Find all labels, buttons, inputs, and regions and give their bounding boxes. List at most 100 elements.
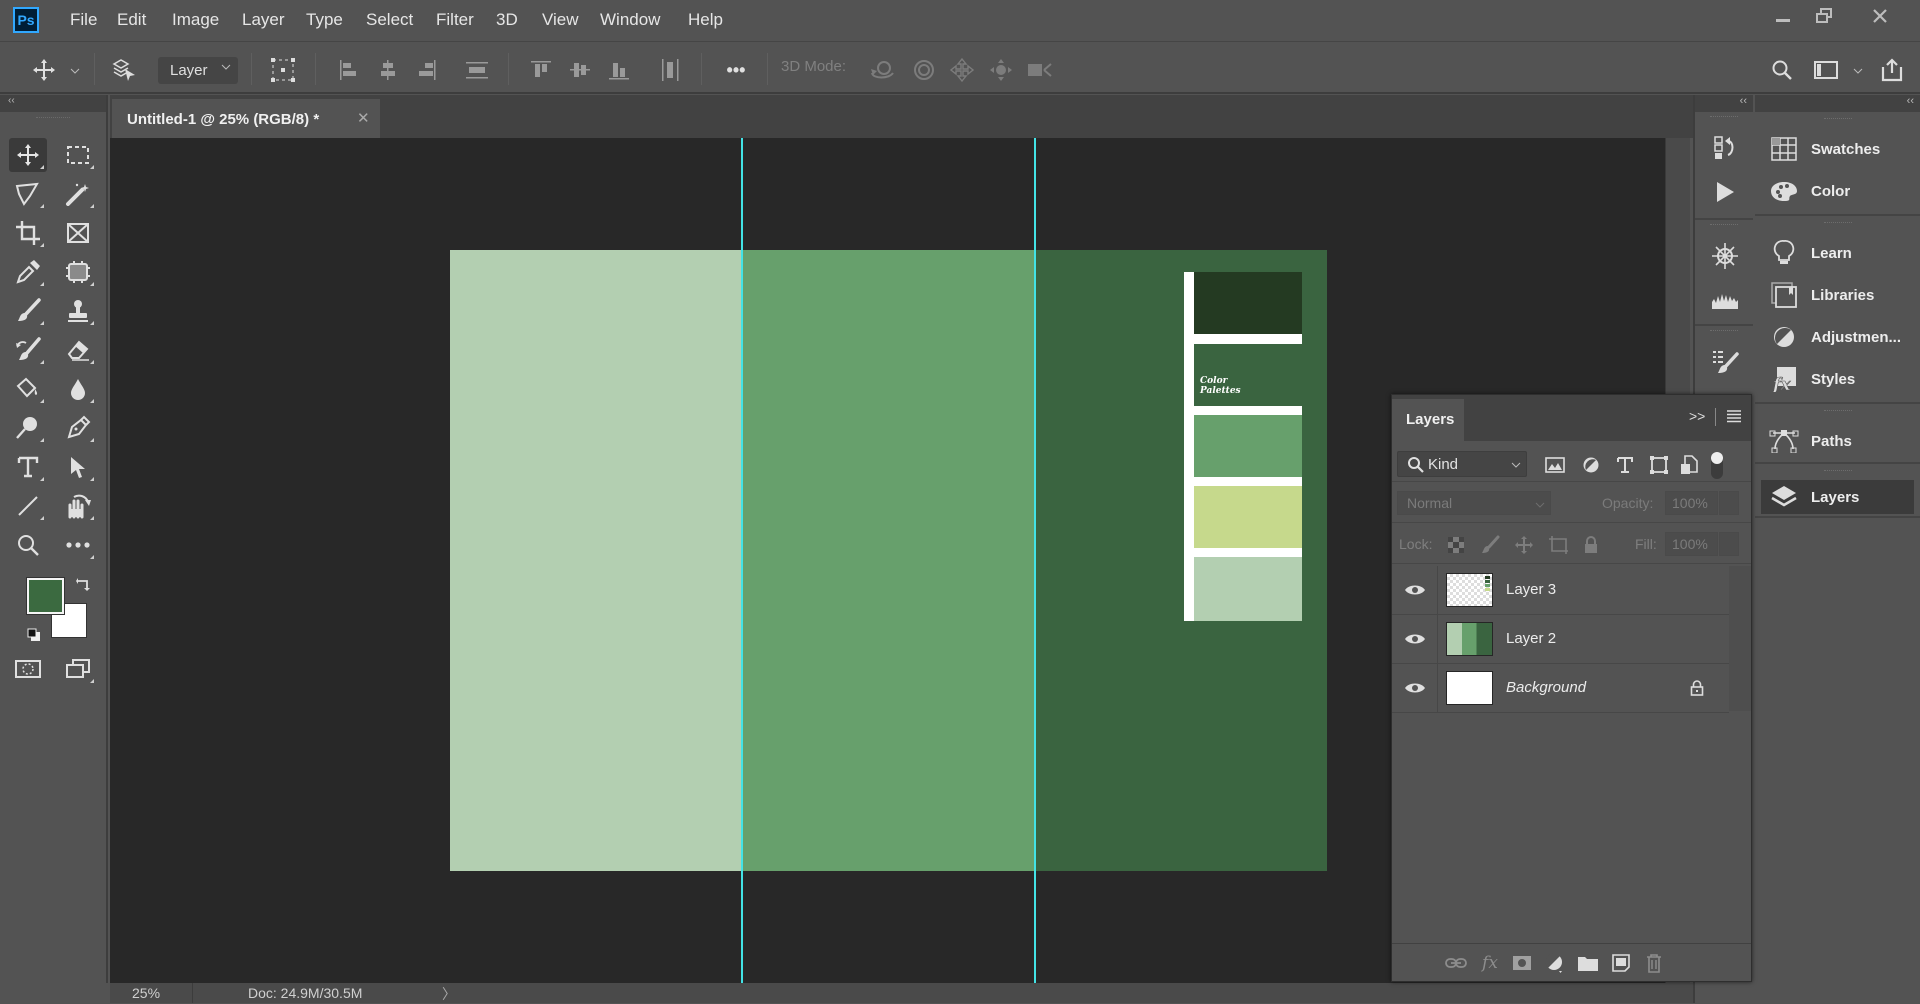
layers-tab[interactable]: Layers [1392,399,1464,441]
opacity-input[interactable]: 100% [1665,491,1718,515]
blur-tool[interactable] [59,372,97,406]
fill-slider-button[interactable] [1719,532,1739,556]
dodge-tool[interactable] [9,411,47,445]
document-tab[interactable]: Untitled-1 @ 25% (RGB/8) * ✕ [112,99,380,138]
align-top-button[interactable] [527,56,555,84]
history-brush-tool[interactable] [9,333,47,367]
spot-healing-tool[interactable] [59,255,97,289]
edit-toolbar-button[interactable] [59,528,97,562]
panel-grip[interactable] [1823,118,1852,128]
zoom-tool[interactable] [9,528,47,562]
hand-tool[interactable] [59,489,97,523]
dock-collapse-button[interactable]: ‹‹ [1755,95,1920,112]
lock-icon[interactable] [1690,680,1704,696]
default-colors-button[interactable] [27,628,41,642]
learn-panel-button[interactable]: Learn [1755,232,1920,274]
align-right-button[interactable] [412,56,440,84]
filter-toggle-switch[interactable] [1706,450,1728,482]
auto-select-toggle[interactable] [110,56,138,84]
filter-type-layers[interactable] [1614,454,1636,476]
new-adjustment-layer-button[interactable] [1543,952,1567,974]
history-panel-button[interactable] [1695,126,1755,170]
add-layer-style-button[interactable]: fx [1478,952,1502,974]
share-button[interactable] [1878,56,1906,84]
align-left-button[interactable] [335,56,363,84]
auto-select-target-dropdown[interactable]: Layer [158,57,238,84]
panel-grip[interactable] [1823,410,1852,420]
link-layers-button[interactable] [1444,952,1468,974]
frame-tool[interactable] [59,216,97,250]
brush-presets-panel-button[interactable] [1695,340,1755,384]
add-mask-button[interactable] [1510,952,1534,974]
styles-panel-button[interactable]: fx Styles [1755,358,1920,400]
menu-help[interactable]: Help [688,10,723,30]
magic-wand-tool[interactable] [59,177,97,211]
layer-row-background[interactable]: Background [1392,664,1729,713]
menu-select[interactable]: Select [366,10,413,30]
3d-slide-button[interactable] [987,56,1015,84]
align-bottom-button[interactable] [605,56,633,84]
close-button[interactable] [1860,0,1900,32]
minimize-button[interactable] [1762,0,1804,32]
paint-bucket-tool[interactable] [9,372,47,406]
workspace-button[interactable] [1812,56,1840,84]
lock-artboard[interactable] [1548,535,1568,555]
panel-grip[interactable] [1823,222,1852,232]
visibility-toggle[interactable] [1392,566,1438,614]
lock-position[interactable] [1514,535,1534,555]
eyedropper-tool[interactable] [9,255,47,289]
vertical-guide[interactable] [741,138,743,983]
brush-settings-panel-button[interactable] [1695,234,1755,278]
panel-menu-button[interactable] [1726,409,1742,423]
filter-adjustment-layers[interactable] [1580,454,1602,476]
crop-tool[interactable] [9,216,47,250]
zoom-level[interactable]: 25% [132,985,160,1001]
menu-layer[interactable]: Layer [242,10,285,30]
foreground-color-swatch[interactable] [26,577,65,615]
tools-collapse-button[interactable]: ‹‹ [0,95,106,112]
distribute-vertical-button[interactable] [463,56,491,84]
new-layer-button[interactable] [1609,952,1633,974]
lock-all[interactable] [1581,535,1601,555]
menu-3d[interactable]: 3D [496,10,518,30]
menu-view[interactable]: View [542,10,579,30]
layers-panel-button[interactable]: Layers [1761,480,1914,514]
type-tool[interactable] [9,450,47,484]
menu-window[interactable]: Window [600,10,660,30]
distribute-horizontal-button[interactable] [656,56,684,84]
layer-row-layer-3[interactable]: Layer 3 [1392,566,1729,615]
search-button[interactable] [1768,56,1796,84]
layer-row-layer-2[interactable]: Layer 2 [1392,615,1729,664]
quick-mask-button[interactable] [9,652,47,686]
3d-pan-button[interactable] [948,56,976,84]
menu-type[interactable]: Type [306,10,343,30]
line-tool[interactable] [9,489,47,523]
opacity-slider-button[interactable] [1719,491,1739,515]
fill-input[interactable]: 100% [1665,532,1718,556]
panel-grip[interactable] [1710,330,1738,340]
color-panel-button[interactable]: Color [1755,170,1920,212]
3d-camera-button[interactable] [1026,56,1054,84]
status-menu-arrow[interactable]: 〉 [442,984,456,1004]
align-horizontal-center-button[interactable] [374,56,402,84]
lock-transparent-pixels[interactable] [1446,535,1466,555]
blend-mode-dropdown[interactable]: Normal [1397,491,1551,515]
filter-smart-objects[interactable] [1678,454,1700,476]
visibility-toggle[interactable] [1392,615,1438,663]
layers-panel-header[interactable]: Layers >> [1392,395,1751,441]
delete-layer-button[interactable] [1642,952,1666,974]
strip-collapse-button[interactable]: ‹‹ [1695,95,1753,112]
actions-panel-button[interactable] [1695,170,1755,214]
chevron-down-icon[interactable] [1853,67,1863,75]
transform-controls-toggle[interactable] [269,56,297,84]
move-tool-preset-button[interactable] [30,56,58,84]
paths-panel-button[interactable]: Paths [1755,420,1920,462]
new-group-button[interactable] [1576,952,1600,974]
swap-colors-button[interactable] [76,576,92,592]
lasso-tool[interactable] [9,177,47,211]
screen-mode-button[interactable] [59,652,97,686]
restore-button[interactable] [1803,0,1845,32]
move-tool[interactable] [9,138,47,172]
layers-scrollbar[interactable] [1729,566,1751,711]
vertical-guide[interactable] [1034,138,1036,983]
